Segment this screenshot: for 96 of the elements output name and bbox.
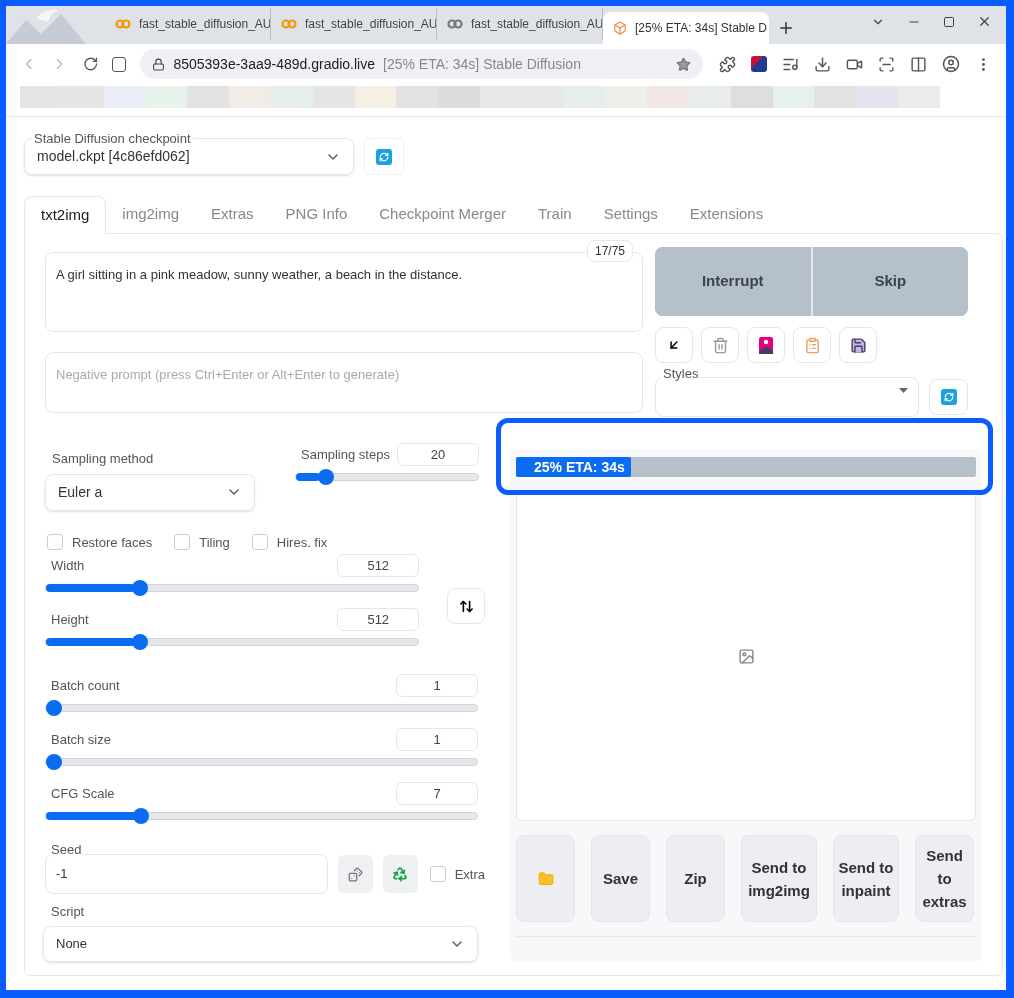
slider-label: Sampling steps [300, 445, 390, 464]
address-bar[interactable]: 8505393e-3aa9-489d.gradio.live [25% ETA: 34s] Stable Diffusion [140, 49, 703, 79]
recycle-icon [392, 866, 409, 882]
slider-label: Batch size [50, 730, 111, 749]
tab[interactable]: Extras [195, 195, 270, 233]
extra-networks-button[interactable] [747, 327, 785, 363]
tab[interactable]: img2img [106, 195, 196, 233]
swap-dimensions-button[interactable] [447, 588, 485, 624]
output-action-button[interactable]: Save [591, 835, 650, 922]
infinity-logo-icon [281, 19, 297, 29]
maximize-icon[interactable] [943, 15, 955, 28]
slider-thumb[interactable] [131, 580, 148, 596]
refresh-button[interactable] [929, 379, 968, 415]
dice-icon [347, 866, 363, 882]
infinity-logo-icon [115, 19, 131, 29]
slider-thumb[interactable] [131, 634, 148, 650]
lock-icon [152, 57, 166, 71]
number-field[interactable]: 512 [337, 608, 420, 631]
save-style-button[interactable] [839, 327, 877, 363]
folder-icon [537, 870, 554, 887]
trash-icon [711, 336, 729, 354]
flag-icon[interactable] [751, 56, 767, 72]
tab[interactable]: PNG Info [269, 195, 364, 233]
tab[interactable]: txt2img [24, 196, 107, 234]
number-field[interactable]: 512 [337, 554, 420, 577]
number-field[interactable]: 7 [396, 782, 478, 805]
seed-field[interactable]: -1 [45, 854, 328, 894]
tab[interactable]: Train [522, 195, 588, 233]
clipboard-button[interactable] [793, 327, 831, 363]
slider-label: CFG Scale [50, 784, 115, 803]
checkbox[interactable] [251, 534, 268, 551]
interrupt-button[interactable]: Interrupt [655, 247, 813, 316]
tab[interactable]: Settings [587, 195, 674, 233]
number-field[interactable]: 20 [397, 443, 479, 466]
refresh-icon [376, 148, 392, 165]
checkbox-label: Tiling [199, 533, 230, 552]
refresh-button[interactable] [364, 138, 404, 175]
sampling-method-dropdown[interactable]: Euler a [45, 473, 255, 511]
slider-thumb[interactable] [46, 700, 62, 716]
slider-thumb[interactable] [133, 808, 150, 824]
split-view-icon[interactable] [910, 55, 927, 73]
number-field[interactable]: 1 [396, 728, 478, 751]
random-seed-button[interactable] [337, 855, 373, 893]
cube-icon [613, 21, 627, 35]
output-action-button[interactable]: Send to img2img [741, 835, 817, 922]
tab-title: fast_stable_diffusion_AU [139, 16, 270, 33]
page-title-text: [25% ETA: 34s] Stable Diffusion [383, 54, 581, 74]
script-dropdown[interactable]: None [43, 925, 478, 962]
extensions-icon[interactable] [719, 55, 736, 73]
new-tab-icon[interactable] [777, 19, 795, 37]
refresh-icon [940, 389, 957, 405]
profile-icon[interactable] [942, 55, 960, 73]
slider-label: Batch count [50, 676, 120, 695]
caret-down-icon [899, 388, 908, 393]
reuse-seed-button[interactable] [382, 855, 418, 893]
slider-thumb[interactable] [46, 754, 62, 770]
tab-title: fast_stable_diffusion_AU [471, 16, 602, 33]
checkbox[interactable] [429, 866, 446, 883]
checkbox[interactable] [174, 534, 191, 551]
tab-title: [25% ETA: 34s] Stable D [635, 20, 767, 37]
browser-tab[interactable]: [25% ETA: 34s] Stable D [603, 12, 769, 44]
browser-tab[interactable]: fast_stable_diffusion_AU [105, 8, 271, 40]
output-action-button[interactable]: Send to extras [915, 835, 974, 922]
checkbox-label: Restore faces [72, 533, 153, 552]
tab-title: fast_stable_diffusion_AU [305, 16, 436, 33]
swap-arrows-icon [458, 598, 474, 614]
tab[interactable]: Extensions [673, 195, 780, 233]
paste-button[interactable] [655, 327, 693, 363]
close-icon[interactable] [977, 14, 992, 29]
checkbox[interactable] [47, 534, 63, 551]
output-action-button[interactable]: Send to inpaint [833, 835, 899, 922]
browser-tab[interactable]: fast_stable_diffusion_AU [271, 8, 437, 40]
field-label: Sampling method [51, 450, 155, 468]
checkbox-label: Hires. fix [276, 533, 328, 552]
reload-icon[interactable] [82, 56, 98, 72]
infinity-logo-icon [447, 19, 463, 29]
negative-prompt-field[interactable]: Negative prompt (press Ctrl+Enter or Alt+Enter to generate) [45, 352, 643, 413]
screenshot-icon[interactable] [878, 55, 895, 73]
url-text: 8505393e-3aa9-489d.gradio.live [173, 54, 375, 74]
slider-label: Width [50, 556, 85, 575]
output-action-button[interactable]: Zip [666, 835, 725, 922]
token-counter: 17/75 [586, 240, 633, 262]
picture-card-icon [759, 336, 773, 354]
number-field[interactable]: 1 [396, 674, 478, 697]
slider-thumb[interactable] [317, 469, 334, 485]
clipboard-icon [803, 336, 821, 354]
download-icon[interactable] [814, 55, 831, 73]
progress-text: 25% ETA: 34s [534, 458, 625, 477]
tab[interactable]: Checkpoint Merger [363, 195, 522, 233]
checkbox-label: Extra [454, 865, 485, 884]
clear-button[interactable] [701, 327, 739, 363]
image-placeholder-icon [737, 647, 755, 665]
bookmark-star-icon[interactable] [676, 56, 691, 72]
slider-label: Height [50, 610, 89, 629]
field-label: Script [50, 903, 86, 921]
arrow-down-left-icon [667, 338, 681, 352]
